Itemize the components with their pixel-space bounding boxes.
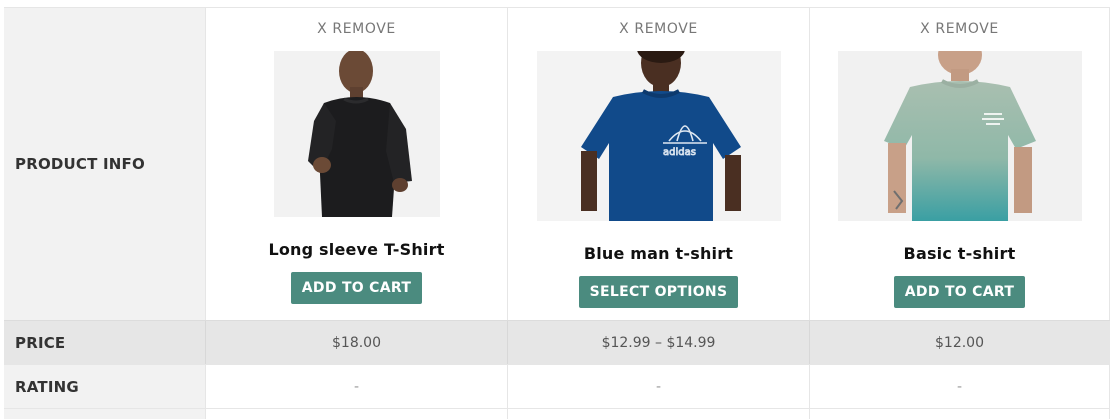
product-photo-basic-tshirt: [837, 51, 1082, 221]
rating-value: -: [205, 365, 507, 408]
price-value: $12.99 – $14.99: [507, 321, 809, 364]
remove-link[interactable]: X REMOVE: [317, 21, 396, 39]
price-row: PRICE $18.00 $12.99 – $14.99 $12.00: [4, 320, 1110, 365]
add-to-cart-button[interactable]: ADD TO CART: [290, 272, 423, 304]
product-name[interactable]: Blue man t-shirt: [584, 244, 733, 263]
product-name[interactable]: Long sleeve T-Shirt: [268, 240, 444, 259]
next-row-cell: [809, 409, 1110, 419]
compare-table: PRODUCT INFO X REMOVE Long sleeve T-Shir…: [4, 7, 1110, 419]
rating-row: RATING - - -: [4, 365, 1110, 409]
svg-text:adidas: adidas: [663, 147, 696, 158]
rating-value: -: [809, 365, 1110, 408]
product-info-label: PRODUCT INFO: [4, 8, 205, 320]
price-value: $12.00: [809, 321, 1110, 364]
price-label: PRICE: [4, 321, 205, 364]
select-options-button[interactable]: SELECT OPTIONS: [578, 276, 739, 308]
remove-link[interactable]: X REMOVE: [619, 21, 698, 39]
price-value: $18.00: [205, 321, 507, 364]
product-column-2: X REMOVE adidas Blue man t-shirt SELECT …: [507, 8, 809, 320]
rating-label: RATING: [4, 365, 205, 408]
next-row-cell: [205, 409, 507, 419]
add-to-cart-button[interactable]: ADD TO CART: [893, 276, 1026, 308]
product-name[interactable]: Basic t-shirt: [904, 244, 1016, 263]
next-row-partial: [4, 409, 1110, 419]
rating-value: -: [507, 365, 809, 408]
product-image[interactable]: adidas: [536, 51, 781, 221]
product-info-row: PRODUCT INFO X REMOVE Long sleeve T-Shir…: [4, 8, 1110, 320]
next-row-cell: [507, 409, 809, 419]
product-column-1: X REMOVE Long sleeve T-Shirt ADD TO CART: [205, 8, 507, 320]
product-image[interactable]: [273, 51, 440, 217]
next-row-label-cell: [4, 409, 205, 419]
product-photo-blue-tshirt: adidas: [536, 51, 781, 221]
product-photo-long-sleeve: [273, 51, 440, 217]
product-column-3: X REMOVE Basic t-shirt ADD TO CART: [809, 8, 1110, 320]
remove-link[interactable]: X REMOVE: [920, 21, 999, 39]
product-image[interactable]: [837, 51, 1082, 221]
